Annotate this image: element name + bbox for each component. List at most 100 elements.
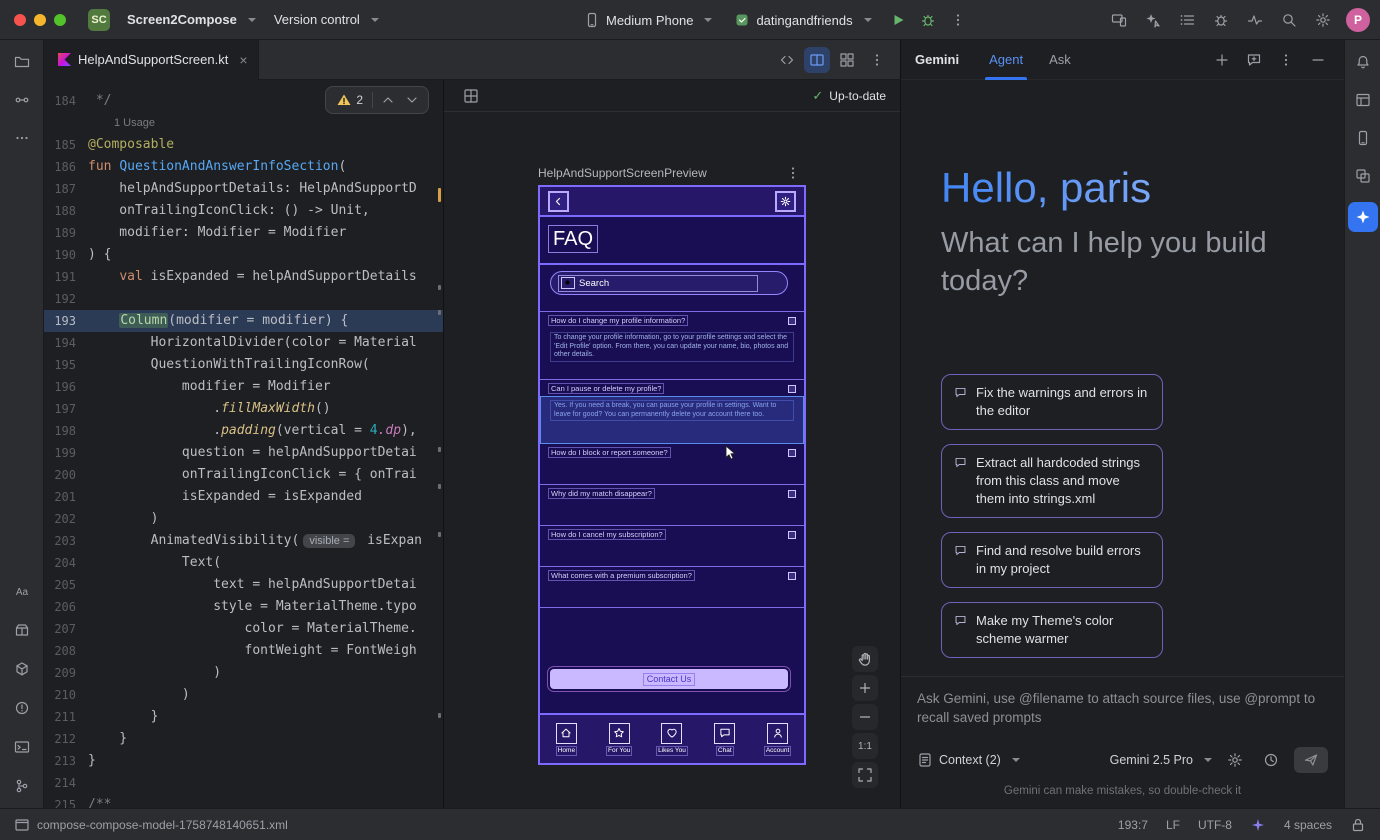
preview-layout-button[interactable] <box>458 83 484 109</box>
pan-tool-button[interactable] <box>852 646 878 672</box>
line-number[interactable]: 190 <box>44 244 88 266</box>
todo-list-icon[interactable] <box>1174 7 1200 33</box>
device-mirroring-icon[interactable] <box>1106 7 1132 33</box>
zoom-in-button[interactable] <box>852 675 878 701</box>
code-usage-hint[interactable]: 1 Usage <box>44 112 443 134</box>
code-line-206[interactable]: 206 style = MaterialTheme.typo <box>44 596 443 618</box>
back-button[interactable] <box>548 191 569 212</box>
context-selector[interactable]: Context (2) <box>917 752 1020 768</box>
terminal-icon[interactable] <box>10 735 34 759</box>
suggestion-card[interactable]: Make my Theme's color scheme warmer <box>941 602 1163 658</box>
code-line-213[interactable]: 213} <box>44 750 443 772</box>
line-number[interactable]: 199 <box>44 442 88 464</box>
device-selector[interactable]: Medium Phone <box>575 7 721 33</box>
line-number[interactable]: 205 <box>44 574 88 596</box>
line-number[interactable]: 203 <box>44 530 88 552</box>
settings-button[interactable] <box>775 191 796 212</box>
editor-tab[interactable]: HelpAndSupportScreen.kt × <box>44 40 259 80</box>
line-number[interactable] <box>44 112 88 134</box>
search-field[interactable]: Search <box>558 275 758 292</box>
run-configuration-selector[interactable]: datingandfriends <box>725 7 880 33</box>
code-line-185[interactable]: 185@Composable <box>44 134 443 156</box>
history-button[interactable] <box>1258 747 1284 773</box>
project-folder-icon[interactable] <box>10 50 34 74</box>
line-number[interactable]: 185 <box>44 134 88 156</box>
project-switcher[interactable]: Screen2Compose <box>118 7 265 32</box>
line-number[interactable]: 212 <box>44 728 88 750</box>
notifications-bell-icon[interactable] <box>1351 50 1375 74</box>
settings-icon[interactable] <box>1310 7 1336 33</box>
line-number[interactable]: 189 <box>44 222 88 244</box>
zoom-to-fit-button[interactable] <box>852 762 878 788</box>
code-line-207[interactable]: 207 color = MaterialTheme. <box>44 618 443 640</box>
expand-icon[interactable] <box>788 385 796 393</box>
faq-answer[interactable]: To change your profile information, go t… <box>540 329 804 379</box>
profiler-icon[interactable] <box>1242 7 1268 33</box>
code-line-202[interactable]: 202 ) <box>44 508 443 530</box>
code-line-194[interactable]: 194 HorizontalDivider(color = Material <box>44 332 443 354</box>
gemini-input-area[interactable]: Ask Gemini, use @filename to attach sour… <box>901 676 1344 808</box>
phone-preview[interactable]: FAQ Search How do I change my profile in… <box>538 185 806 765</box>
line-number[interactable]: 200 <box>44 464 88 486</box>
expand-icon[interactable] <box>788 449 796 457</box>
code-line-210[interactable]: 210 ) <box>44 684 443 706</box>
line-number[interactable]: 207 <box>44 618 88 640</box>
expand-icon[interactable] <box>788 490 796 498</box>
commits-icon[interactable] <box>10 88 34 112</box>
line-number[interactable]: 196 <box>44 376 88 398</box>
line-number[interactable]: 197 <box>44 398 88 420</box>
build-icon[interactable] <box>10 657 34 681</box>
debug-button[interactable] <box>915 7 941 33</box>
send-button[interactable] <box>1294 747 1328 773</box>
suggestion-card[interactable]: Fix the warnings and errors in the edito… <box>941 374 1163 430</box>
code-line-198[interactable]: 198 .padding(vertical = 4.dp), <box>44 420 443 442</box>
gemini-options-button[interactable] <box>1274 48 1298 72</box>
line-number[interactable]: 194 <box>44 332 88 354</box>
line-number[interactable]: 192 <box>44 288 88 310</box>
minimize-window-button[interactable] <box>34 14 46 26</box>
encoding-widget[interactable]: UTF-8 <box>1198 818 1232 832</box>
attach-debugger-icon[interactable] <box>1208 7 1234 33</box>
tab-agent[interactable]: Agent <box>989 40 1023 80</box>
editor-options-icon[interactable] <box>864 47 890 73</box>
expand-icon[interactable] <box>788 317 796 325</box>
line-number[interactable]: 188 <box>44 200 88 222</box>
close-window-button[interactable] <box>14 14 26 26</box>
code-line-208[interactable]: 208 fontWeight = FontWeigh <box>44 640 443 662</box>
nav-item-chat[interactable]: Chat <box>698 715 751 763</box>
design-view-toggle[interactable] <box>834 47 860 73</box>
split-view-toggle[interactable] <box>804 47 830 73</box>
line-ending-widget[interactable]: LF <box>1166 818 1180 832</box>
conversations-button[interactable] <box>1242 48 1266 72</box>
line-number[interactable]: 198 <box>44 420 88 442</box>
faq-item[interactable]: How do I cancel my subscription? <box>540 525 804 566</box>
line-number[interactable]: 195 <box>44 354 88 376</box>
faq-question-row[interactable]: Why did my match disappear? <box>540 485 804 502</box>
run-button[interactable] <box>885 7 911 33</box>
dependencies-icon[interactable] <box>10 618 34 642</box>
phone-top-app-bar[interactable] <box>540 187 804 217</box>
next-issue-button[interactable] <box>401 89 423 111</box>
resource-manager-icon[interactable] <box>1351 164 1375 188</box>
string-resources-icon[interactable]: Aa <box>10 579 34 603</box>
code-line-199[interactable]: 199 question = helpAndSupportDetai <box>44 442 443 464</box>
search-icon[interactable] <box>1276 7 1302 33</box>
faq-item[interactable]: Can I pause or delete my profile?Yes. If… <box>540 379 804 443</box>
code-line-187[interactable]: 187 helpAndSupportDetails: HelpAndSuppor… <box>44 178 443 200</box>
nav-item-account[interactable]: Account <box>751 715 804 763</box>
search-bar[interactable]: Search <box>550 271 788 295</box>
code-line-201[interactable]: 201 isExpanded = isExpanded <box>44 486 443 508</box>
faq-question-row[interactable]: How do I cancel my subscription? <box>540 526 804 543</box>
gemini-settings-button[interactable] <box>1222 747 1248 773</box>
close-tab-icon[interactable]: × <box>239 53 247 67</box>
code-line-214[interactable]: 214 <box>44 772 443 794</box>
status-file-widget[interactable]: compose-compose-model-1758748140651.xml <box>14 817 288 833</box>
nav-item-home[interactable]: Home <box>540 715 593 763</box>
faq-answer[interactable]: Yes. If you need a break, you can pause … <box>540 397 804 443</box>
line-number[interactable]: 186 <box>44 156 88 178</box>
new-chat-button[interactable] <box>1210 48 1234 72</box>
preview-options-icon[interactable] <box>780 160 806 186</box>
more-tools-icon[interactable] <box>10 126 34 150</box>
indent-widget[interactable]: 4 spaces <box>1284 818 1332 832</box>
hide-panel-button[interactable] <box>1306 48 1330 72</box>
